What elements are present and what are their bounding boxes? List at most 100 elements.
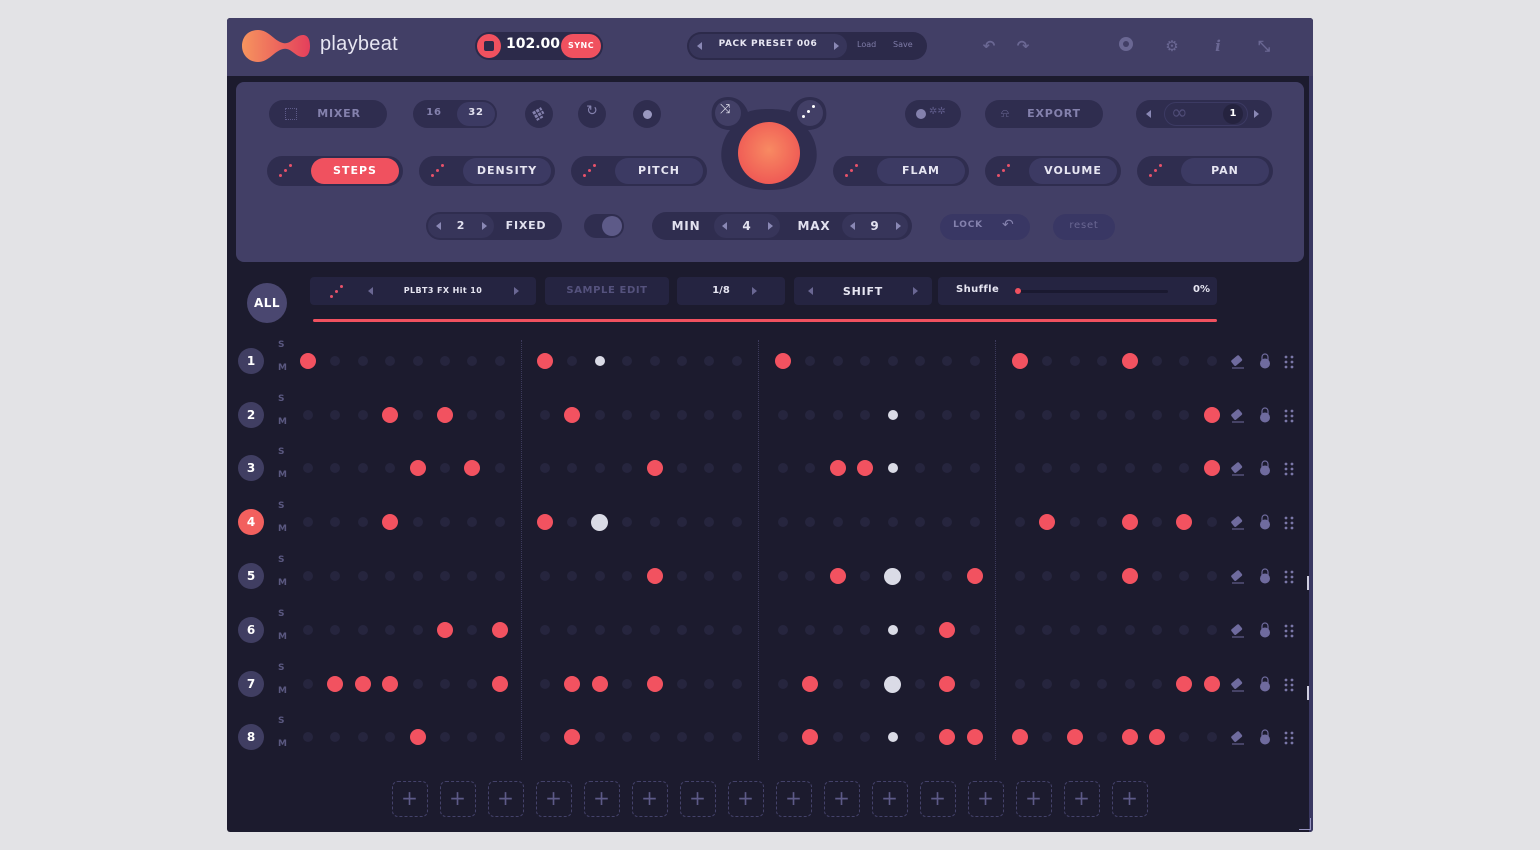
step-on[interactable]: [1066, 729, 1083, 745]
step-off[interactable]: [385, 463, 396, 473]
mute-button[interactable]: M: [278, 739, 287, 749]
step-on[interactable]: [564, 729, 581, 745]
export-button[interactable]: ⍾ EXPORT: [985, 100, 1103, 128]
drag-handle-icon[interactable]: [1284, 730, 1294, 749]
step-off[interactable]: [622, 679, 633, 689]
step-off[interactable]: [915, 410, 925, 420]
step-off[interactable]: [330, 571, 341, 581]
step-off[interactable]: [1179, 625, 1190, 635]
step-off[interactable]: [860, 679, 871, 689]
step-off[interactable]: [1097, 571, 1108, 581]
step-off[interactable]: [731, 356, 742, 366]
add-sample-slot[interactable]: +: [536, 781, 572, 817]
step-off[interactable]: [887, 517, 898, 527]
step-on[interactable]: [857, 460, 874, 476]
step-off[interactable]: [622, 463, 633, 473]
step-on[interactable]: [564, 676, 581, 692]
add-sample-slot[interactable]: +: [728, 781, 764, 817]
mute-button[interactable]: M: [278, 632, 287, 642]
solo-button[interactable]: S: [278, 555, 284, 565]
step-off[interactable]: [677, 679, 687, 689]
dice-icon[interactable]: [997, 164, 1011, 178]
step-on[interactable]: [382, 514, 399, 530]
step-on[interactable]: [1121, 568, 1138, 584]
step-off[interactable]: [677, 571, 687, 581]
step-off[interactable]: [778, 463, 788, 473]
step-off[interactable]: [832, 679, 843, 689]
step-off[interactable]: [832, 732, 843, 742]
step-off[interactable]: [385, 625, 396, 635]
eraser-icon[interactable]: [1229, 514, 1245, 534]
modifier-pitch[interactable]: PITCH: [571, 156, 707, 186]
step-off[interactable]: [778, 517, 788, 527]
step-off[interactable]: [1097, 517, 1108, 527]
step-on[interactable]: [591, 676, 608, 692]
step-off[interactable]: [731, 410, 742, 420]
resize-handle[interactable]: [1299, 818, 1311, 830]
step-off[interactable]: [860, 410, 871, 420]
step-off[interactable]: [1069, 356, 1080, 366]
step-on[interactable]: [1203, 407, 1220, 423]
step-off[interactable]: [622, 571, 633, 581]
modifier-flam[interactable]: FLAM: [833, 156, 969, 186]
step-off[interactable]: [677, 732, 687, 742]
lock-icon[interactable]: [1258, 676, 1272, 696]
step-off[interactable]: [303, 732, 313, 742]
step-accent[interactable]: [884, 567, 902, 585]
step-off[interactable]: [357, 410, 368, 420]
solo-button[interactable]: S: [278, 609, 284, 619]
step-off[interactable]: [440, 732, 450, 742]
step-off[interactable]: [494, 517, 505, 527]
solo-button[interactable]: S: [278, 340, 284, 350]
step-off[interactable]: [1152, 463, 1162, 473]
step-off[interactable]: [969, 463, 980, 473]
step-off[interactable]: [704, 517, 715, 527]
step-off[interactable]: [887, 356, 898, 366]
dice-icon[interactable]: [431, 164, 445, 178]
modifier-flam-label[interactable]: FLAM: [877, 158, 965, 184]
collapse-icon[interactable]: ⤡: [1254, 36, 1274, 56]
density-display-toggle[interactable]: ✲✲: [905, 100, 961, 128]
step-off[interactable]: [649, 356, 660, 366]
step-off[interactable]: [467, 571, 478, 581]
step-on[interactable]: [646, 676, 663, 692]
step-off[interactable]: [440, 517, 450, 527]
min-increment-icon[interactable]: [768, 222, 773, 230]
step-on[interactable]: [1121, 353, 1138, 369]
step-on[interactable]: [966, 568, 983, 584]
step-off[interactable]: [1179, 732, 1190, 742]
step-off[interactable]: [1015, 463, 1025, 473]
step-off[interactable]: [731, 571, 742, 581]
mute-button[interactable]: M: [278, 524, 287, 534]
step-off[interactable]: [1042, 679, 1053, 689]
step-on[interactable]: [537, 514, 553, 530]
modifier-pitch-label[interactable]: PITCH: [615, 158, 703, 184]
step-off[interactable]: [412, 625, 423, 635]
modifier-pan[interactable]: PAN: [1137, 156, 1273, 186]
sample-dice-icon[interactable]: [330, 285, 344, 299]
step-off[interactable]: [1206, 517, 1217, 527]
step-off[interactable]: [1097, 463, 1108, 473]
step-off[interactable]: [540, 679, 550, 689]
lock-button[interactable]: LOCK ↶: [940, 214, 1030, 240]
track-number-button[interactable]: 8: [238, 724, 264, 750]
step-off[interactable]: [567, 517, 578, 527]
add-sample-slot[interactable]: +: [440, 781, 476, 817]
drag-handle-icon[interactable]: [1284, 569, 1294, 588]
step-on[interactable]: [939, 729, 956, 745]
step-off[interactable]: [778, 571, 788, 581]
step-off[interactable]: [1152, 571, 1162, 581]
step-off[interactable]: [567, 571, 578, 581]
step-off[interactable]: [915, 625, 925, 635]
step-off[interactable]: [731, 732, 742, 742]
stop-button[interactable]: [477, 34, 501, 58]
shuffle-slider-track[interactable]: [1016, 290, 1168, 293]
step-on[interactable]: [1012, 353, 1028, 369]
step-off[interactable]: [494, 463, 505, 473]
step-off[interactable]: [915, 679, 925, 689]
lock-icon[interactable]: [1258, 622, 1272, 642]
step-off[interactable]: [467, 356, 478, 366]
step-on[interactable]: [646, 460, 663, 476]
step-on[interactable]: [939, 622, 956, 638]
step-off[interactable]: [1206, 732, 1217, 742]
